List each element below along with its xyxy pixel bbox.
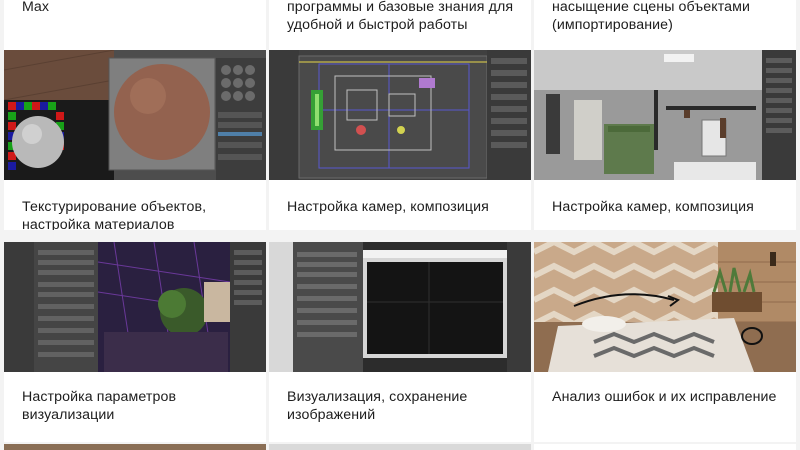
lesson-card-texturing[interactable]: Текстурирование объектов, настройка мате… [4,50,266,230]
lesson-grid: Max программы и базовые знания для удобн… [4,0,796,450]
lesson-card-next-2[interactable] [269,444,531,450]
lesson-card-max[interactable]: Max [4,0,266,50]
lesson-thumbnail-render-settings [4,242,266,372]
lesson-card-scene-import[interactable]: насыщение сцены объектами (импортировани… [534,0,796,50]
lesson-card-render-settings[interactable]: Настройка параметров визуализации [4,242,266,442]
lesson-caption: Настройка камер, композиция [552,199,754,215]
lesson-thumbnail-viewport-plan [269,50,531,180]
lesson-caption: программы и базовые знания для удобной и… [287,0,514,33]
lesson-thumbnail-frame-buffer [269,242,531,372]
lesson-caption: насыщение сцены объектами (импортировани… [552,0,751,33]
lesson-caption: Текстурирование объектов, настройка мате… [22,199,207,230]
lesson-card-error-analysis[interactable]: Анализ ошибок и их исправление [534,242,796,442]
lesson-thumbnail-bedroom-review [534,242,796,372]
lesson-thumbnail-material-editor [4,50,266,180]
lesson-caption: Настройка камер, композиция [287,199,489,215]
lesson-caption: Анализ ошибок и их исправление [552,389,777,405]
lesson-caption: Max [22,0,50,15]
lesson-card-visualization[interactable]: Визуализация, сохранение изображений [269,242,531,442]
lesson-card-next-1[interactable] [4,444,266,450]
lesson-caption: Настройка параметров визуализации [22,389,177,423]
lesson-card-cameras-1[interactable]: Настройка камер, композиция [269,50,531,230]
lesson-card-program-basics[interactable]: программы и базовые знания для удобной и… [269,0,531,50]
lesson-card-next-3[interactable] [534,444,796,450]
lesson-thumbnail-interior-render [534,50,796,180]
lesson-card-cameras-2[interactable]: Настройка камер, композиция [534,50,796,230]
lesson-caption: Визуализация, сохранение изображений [287,389,468,423]
